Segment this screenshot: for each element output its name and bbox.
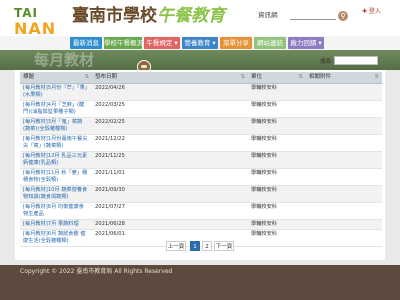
row-attachment: [306, 185, 382, 203]
table-row: [每月教材]11月 秋「麥」穗穗食物(全穀類) 2021/11/01 學輔校安科: [20, 168, 382, 186]
table-row: [每月教材]12月 乳品三元素 鈣健康(乳品類) 2021/11/25 學輔校安…: [20, 151, 382, 169]
table-search-label: 搜尋:: [320, 59, 333, 65]
row-attachment: [306, 100, 382, 118]
copyright-text: Copyright © 2022 臺南市教育局 All Rights Reser…: [20, 268, 173, 275]
row-unit: 學輔校安科: [248, 134, 306, 152]
row-attachment: [306, 229, 382, 247]
row-date: 2022/04/26: [92, 83, 248, 101]
login-link[interactable]: ✚ 登入: [362, 8, 381, 16]
row-title-link[interactable]: [每月教材]7月 果蔬料理: [20, 219, 92, 230]
row-unit: 學輔校安科: [248, 151, 306, 169]
nav-item-links[interactable]: 網站連結: [254, 37, 286, 49]
sort-icon: ⇅: [298, 73, 303, 80]
column-header-date[interactable]: 發布日期 ⇅: [92, 72, 248, 84]
sort-icon: ⇅: [374, 73, 379, 80]
table-row: [每月教材]3月「鬼」菜蔬(蔬菜)(全穀雜糧類) 2022/02/25 學輔校安…: [20, 117, 382, 135]
logo-text-top: TAI: [14, 6, 39, 20]
page-title: 每月教材: [34, 51, 95, 69]
column-header-attachment-label: 相關附件: [309, 73, 332, 80]
row-title-link[interactable]: [每月教材]5月份「芒」「果」(水果類): [20, 83, 92, 101]
row-date: 2021/07/27: [92, 202, 248, 220]
row-unit: 學輔校安科: [248, 219, 306, 230]
row-attachment: [306, 117, 382, 135]
row-attachment: [306, 134, 382, 152]
site-title: 臺南市學校午餐教育: [72, 6, 225, 26]
nav-item-rules[interactable]: 午餐規定 ▾: [144, 37, 180, 49]
page-2-button[interactable]: 2: [202, 241, 212, 251]
row-date: 2021/11/25: [92, 151, 248, 169]
row-unit: 學輔校安科: [248, 185, 306, 203]
nav-item-overview[interactable]: 學校午餐概況: [104, 37, 143, 49]
row-title-link[interactable]: [每月教材]3月「鬼」菜蔬(蔬菜)(全穀雜糧類): [20, 117, 92, 135]
next-page-button[interactable]: 下一頁: [214, 241, 234, 251]
row-attachment: [306, 151, 382, 169]
table-row: [每月教材]5月份「芒」「果」(水果類) 2022/04/26 學輔校安科: [20, 83, 382, 101]
row-title-link[interactable]: [每月教材]1月份臺南午餐尖尖「寫」(蔬菜類): [20, 134, 92, 152]
row-date: 2021/12/22: [92, 134, 248, 152]
nav-item-menu[interactable]: 菜單分享: [220, 37, 252, 49]
column-header-date-label: 發布日期: [95, 73, 118, 80]
nav-item-feedback[interactable]: 廠力回饋 ▾: [288, 37, 324, 49]
row-date: 2022/03/25: [92, 100, 248, 118]
nav-item-news[interactable]: 最新消息: [70, 37, 102, 49]
row-title-link[interactable]: [每月教材]11月 秋「麥」穗穗食物(全穀類): [20, 168, 92, 186]
site-title-main: 臺南市學校: [72, 6, 157, 26]
row-attachment: [306, 219, 382, 230]
row-title-link[interactable]: [每月教材]10月 蔬菜營養食物知識(蔬食與蔬類): [20, 185, 92, 203]
table-row: [每月教材]10月 蔬菜營養食物知識(蔬食與蔬類) 2021/09/30 學輔校…: [20, 185, 382, 203]
row-unit: 學輔校安科: [248, 168, 306, 186]
column-header-unit-label: 單位: [251, 73, 263, 80]
search-icon[interactable]: ⚲: [338, 11, 348, 21]
row-unit: 學輔校安科: [248, 83, 306, 101]
table-row: [每月教材]8月 均衡健康食物生產品 2021/07/27 學輔校安科: [20, 202, 382, 220]
site-subtitle: 資訊網: [258, 11, 278, 19]
prev-page-button[interactable]: 上一頁: [166, 241, 186, 251]
row-title-link[interactable]: [每月教材]8月 均衡健康食物生產品: [20, 202, 92, 220]
table-row: [每月教材]6月 蔬飲食趣 健康生活(全穀雜糧類) 2021/06/01 學輔校…: [20, 229, 382, 247]
site-title-accent: 午餐教育: [157, 6, 225, 26]
row-date: 2022/02/25: [92, 117, 248, 135]
row-unit: 學輔校安科: [248, 117, 306, 135]
row-attachment: [306, 202, 382, 220]
column-header-title-label: 標題: [23, 73, 35, 80]
column-header-unit[interactable]: 單位 ⇅: [248, 72, 306, 84]
page-1-button[interactable]: 1: [190, 241, 200, 251]
row-date: 2021/09/30: [92, 185, 248, 203]
sort-icon: ⇅: [240, 73, 245, 80]
sort-icon: ⇅: [84, 73, 89, 80]
row-title-link[interactable]: [每月教材]6月 蔬飲食趣 健康生活(全穀雜糧類): [20, 229, 92, 247]
row-date: 2021/06/28: [92, 219, 248, 230]
row-title-link[interactable]: [每月教材]12月 乳品三元素 鈣健康(乳品類): [20, 151, 92, 169]
table-search-input[interactable]: [334, 56, 378, 65]
materials-table: 標題 ⇅ 發布日期 ⇅ 單位 ⇅ 相關附件 ⇅ [每月教材]5月份「芒」「果」(水果類)…: [20, 72, 382, 247]
header-search-input[interactable]: [290, 19, 336, 20]
row-unit: 學輔校安科: [248, 202, 306, 220]
row-attachment: [306, 168, 382, 186]
column-header-attachment[interactable]: 相關附件 ⇅: [306, 72, 382, 84]
table-row: [每月教材]7月 果蔬料理 2021/06/28 學輔校安科: [20, 219, 382, 230]
nav-item-nutrition[interactable]: 營養教育 ▾: [182, 37, 218, 49]
row-attachment: [306, 83, 382, 101]
row-unit: 學輔校安科: [248, 100, 306, 118]
table-row: [每月教材]4月「芝麻」(醣門)(油脂與堅果種子類) 2022/03/25 學輔…: [20, 100, 382, 118]
row-date: 2021/11/01: [92, 168, 248, 186]
table-header-row: 標題 ⇅ 發布日期 ⇅ 單位 ⇅ 相關附件 ⇅: [20, 72, 382, 84]
row-title-link[interactable]: [每月教材]4月「芝麻」(醣門)(油脂與堅果種子類): [20, 100, 92, 118]
table-row: [每月教材]1月份臺南午餐尖尖「寫」(蔬菜類) 2021/12/22 學輔校安科: [20, 134, 382, 152]
column-header-title[interactable]: 標題 ⇅: [20, 72, 92, 84]
row-unit: 學輔校安科: [248, 229, 306, 247]
